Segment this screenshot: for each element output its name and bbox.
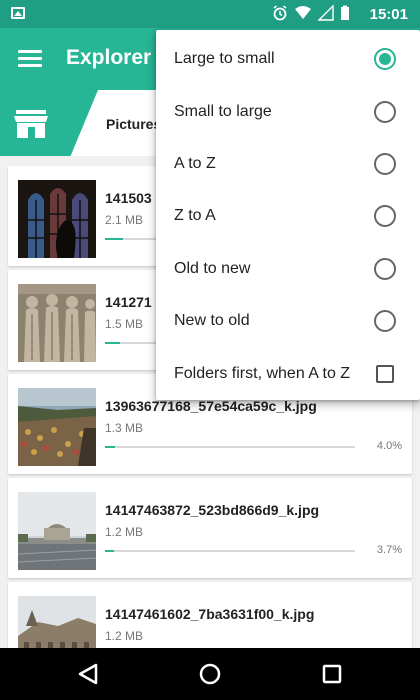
status-bar: 15:01: [0, 0, 420, 28]
sort-menu: Large to small Small to large A to Z Z t…: [156, 30, 420, 400]
sort-option-z-to-a[interactable]: Z to A: [156, 189, 420, 241]
file-size-bar-fill: [105, 238, 123, 240]
wifi-icon: [295, 6, 311, 19]
file-size-percent: 3.7%: [376, 544, 402, 556]
alarm-icon: [273, 5, 287, 21]
radio-button[interactable]: [374, 101, 396, 123]
sort-option-label: Z to A: [174, 207, 216, 224]
folders-first-checkbox[interactable]: [376, 365, 394, 383]
radio-button[interactable]: [374, 153, 396, 175]
sort-option-label: Old to new: [174, 260, 251, 277]
file-size-bar-fill: [105, 550, 115, 552]
sort-option-small-to-large[interactable]: Small to large: [156, 85, 420, 137]
sort-option-label: Large to small: [174, 50, 275, 67]
signal-icon: [318, 5, 334, 21]
file-size: 1.2 MB: [105, 629, 144, 643]
file-name: 13963677168_57e54ca59c_k.jpg: [105, 398, 317, 414]
file-thumbnail-stained-glass: [18, 180, 96, 258]
file-size-bar: [105, 446, 355, 448]
file-thumbnail-street: [18, 492, 96, 570]
radio-button[interactable]: [374, 48, 396, 70]
file-name: 14147461602_7ba3631f00_k.jpg: [105, 606, 315, 622]
file-size-bar: [105, 550, 355, 552]
file-size-bar-fill: [105, 342, 120, 344]
file-thumbnail-love-locks: [18, 388, 96, 466]
battery-icon: [341, 5, 349, 20]
status-time: 15:01: [369, 6, 408, 23]
image-notification-icon: [11, 7, 25, 19]
menu-icon[interactable]: [18, 50, 42, 68]
sort-option-old-to-new[interactable]: Old to new: [156, 242, 420, 294]
file-size: 1.5 MB: [105, 317, 144, 331]
back-icon[interactable]: [58, 648, 118, 700]
file-thumbnail-statues: [18, 284, 96, 362]
recents-icon[interactable]: [302, 648, 362, 700]
sort-option-large-to-small[interactable]: Large to small: [156, 32, 420, 84]
store-icon: [14, 110, 48, 138]
file-item[interactable]: 14147463872_523bd866d9_k.jpg 1.2 MB 3.7%: [8, 478, 412, 578]
sort-option-a-to-z[interactable]: A to Z: [156, 137, 420, 189]
sort-option-label: Small to large: [174, 103, 272, 120]
folders-first-label: Folders first, when A to Z: [174, 365, 351, 382]
file-name: 141271: [105, 294, 152, 310]
app-title: Explorer: [66, 46, 152, 69]
sort-option-label: A to Z: [174, 155, 216, 172]
radio-button[interactable]: [374, 205, 396, 227]
file-size: 1.2 MB: [105, 525, 144, 539]
file-size-bar-fill: [105, 446, 115, 448]
system-nav-bar: [0, 648, 420, 700]
radio-button[interactable]: [374, 310, 396, 332]
folders-first-option[interactable]: Folders first, when A to Z: [156, 347, 420, 399]
file-size-percent: 4.0%: [376, 440, 402, 452]
file-size: 2.1 MB: [105, 213, 144, 227]
file-size: 1.3 MB: [105, 421, 144, 435]
sort-option-label: New to old: [174, 312, 250, 329]
sort-option-new-to-old[interactable]: New to old: [156, 294, 420, 346]
status-icons: [272, 5, 350, 21]
file-name: 141503: [105, 190, 152, 206]
radio-button[interactable]: [374, 258, 396, 280]
breadcrumb-folder-pictures[interactable]: Pictures: [106, 116, 161, 132]
home-icon[interactable]: [180, 648, 240, 700]
file-name: 14147463872_523bd866d9_k.jpg: [105, 502, 320, 518]
storage-tab[interactable]: [0, 90, 98, 156]
